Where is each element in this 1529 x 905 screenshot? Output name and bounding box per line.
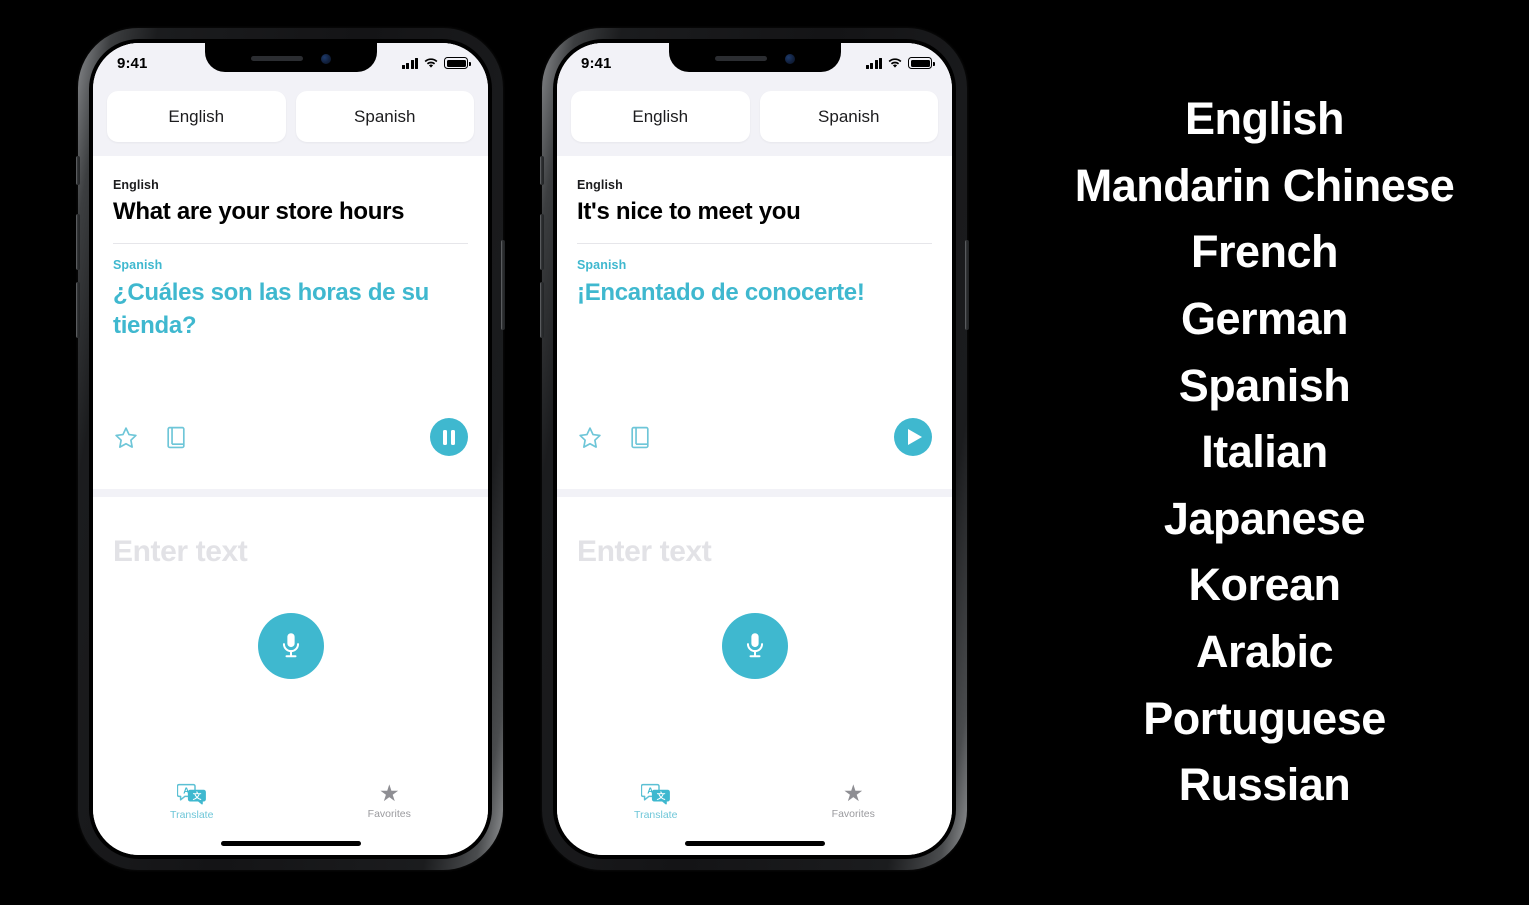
language-list-item: Spanish [1178,359,1351,411]
svg-text:文: 文 [655,790,665,802]
language-list-item: Korean [1188,559,1341,611]
section-separator [557,489,952,497]
tab-bar-left: A 文 Translate ★ Favorites [93,782,489,822]
tab-translate-label: Translate [170,809,214,821]
star-outline-icon[interactable] [113,425,139,450]
translation-card-right: English It's nice to meet you Spanish ¡E… [557,156,952,489]
target-text: ¡Encantado de conocerte! [577,278,865,306]
slide-canvas: 9:41 English Spanish English What are yo… [0,0,1529,905]
language-list-item: German [1180,293,1349,345]
status-indicators [865,57,935,69]
target-language-button[interactable]: Spanish [295,91,474,142]
translation-card-left: English What are your store hours Spanis… [93,156,488,489]
phone-mockup-left: 9:41 English Spanish English What are yo… [76,28,505,870]
earpiece-speaker-icon [250,56,303,61]
target-language-button[interactable]: Spanish [759,91,938,142]
tab-favorites-label: Favorites [367,808,411,820]
book-icon[interactable] [629,425,651,450]
language-list-item: English [1184,93,1345,145]
status-time: 9:41 [581,54,612,72]
source-text: What are your store hours [113,198,405,225]
front-camera-icon [320,53,331,64]
notch [668,43,841,72]
notch [204,43,377,72]
source-language-label: English [577,178,623,192]
wifi-icon [888,58,902,68]
tab-favorites[interactable]: ★ Favorites [755,782,953,821]
volume-down-button[interactable] [540,282,544,338]
earpiece-speaker-icon [714,56,767,61]
volume-down-button[interactable] [76,282,80,338]
battery-full-icon [908,57,935,69]
book-icon[interactable] [165,425,187,450]
mute-switch[interactable] [76,156,80,185]
home-indicator[interactable] [684,841,825,846]
language-list-item: Mandarin Chinese [1074,159,1455,211]
play-icon[interactable] [894,418,932,456]
home-indicator[interactable] [220,841,361,846]
language-list-item: Russian [1178,759,1351,811]
star-filled-icon: ★ [842,780,864,806]
source-language-button[interactable]: English [107,91,286,142]
text-input-placeholder[interactable]: Enter text [113,535,248,569]
language-list-item: French [1190,226,1339,278]
mute-switch[interactable] [540,156,544,185]
source-language-label: English [113,178,159,192]
status-time: 9:41 [117,54,148,72]
power-button[interactable] [501,240,505,330]
target-language-label: Spanish [577,257,627,272]
target-text: ¿Cuáles son las horas de su tienda? [113,278,430,340]
tab-bar-right: A 文 Translate ★ Favorites [557,782,953,822]
volume-up-button[interactable] [76,214,80,270]
wifi-icon [424,58,438,68]
phone-screen-right: 9:41 English Spanish English It's nice t… [557,43,952,855]
microphone-icon[interactable] [257,613,324,679]
tab-favorites-label: Favorites [831,808,875,820]
tab-translate[interactable]: A 文 Translate [93,782,291,821]
card-action-row [577,418,932,456]
volume-up-button[interactable] [540,214,544,270]
star-filled-icon: ★ [378,780,400,806]
text-input-placeholder[interactable]: Enter text [577,535,712,569]
phone-bezel: 9:41 Englis [89,39,492,859]
phone-mockup-right: 9:41 English Spanish English It's nice t… [540,28,969,870]
phone-screen-left: 9:41 English Spanish English What are yo… [93,43,488,855]
target-language-label: Spanish [113,257,163,272]
translate-bubbles-icon: A 文 [176,783,206,805]
language-list-item: Portuguese [1143,692,1386,744]
card-divider [113,242,468,244]
language-list-item: Japanese [1163,492,1366,544]
front-camera-icon [784,53,795,64]
section-separator [93,489,488,497]
status-indicators [401,57,471,69]
microphone-icon[interactable] [721,613,788,679]
tab-translate-label: Translate [634,809,678,821]
card-action-row [113,418,468,456]
star-outline-icon[interactable] [577,425,603,450]
tab-favorites[interactable]: ★ Favorites [291,782,489,821]
card-divider [577,242,932,244]
svg-text:文: 文 [191,790,201,802]
source-language-button[interactable]: English [571,91,750,142]
phone-bezel: 9:41 Englis [553,39,956,859]
pause-icon[interactable] [430,418,468,456]
power-button[interactable] [965,240,969,330]
supported-languages-list: English Mandarin Chinese French German Spani… [1000,0,1529,905]
language-list-item: Arabic [1195,625,1334,677]
tab-translate[interactable]: A 文 Translate [557,782,755,821]
language-list-item: Italian [1201,426,1328,478]
source-text: It's nice to meet you [577,198,801,225]
cellular-bars-icon [401,57,418,69]
battery-full-icon [444,57,471,69]
translate-bubbles-icon: A 文 [640,783,670,805]
cellular-bars-icon [865,57,882,69]
